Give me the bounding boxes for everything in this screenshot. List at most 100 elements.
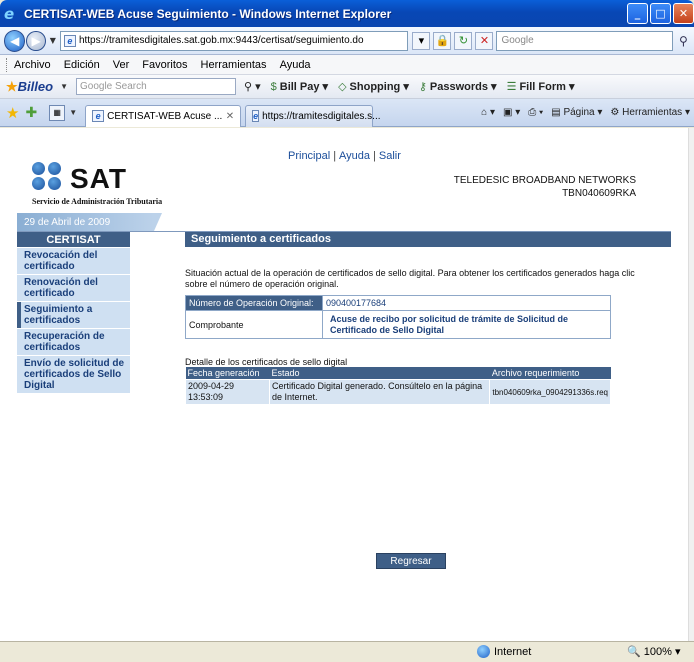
sidebar-item-revocacion[interactable]: Revocación del certificado [17,248,130,275]
top-links: Principal | Ayuda | Salir [288,150,401,162]
detail-table: Fecha generación Estado Archivo requerim… [185,367,611,405]
sidebar-item-seguimiento[interactable]: Seguimiento a certificados [17,302,130,329]
quick-tabs-icon[interactable]: ▦ [49,104,66,121]
fill-form-button[interactable]: ☰ Fill Form ▾ [507,80,575,94]
search-icon[interactable]: ⚲ [673,31,694,51]
section-title: Seguimiento a certificados [185,232,671,247]
refresh-icon[interactable]: ↻ [454,31,473,50]
menu-favoritos[interactable]: Favoritos [142,59,187,71]
menu-ayuda[interactable]: Ayuda [280,59,311,71]
link-salir[interactable]: Salir [379,150,401,162]
operation-label: Número de Operación Original: [185,295,323,311]
page-menu-label: Página [563,107,595,118]
zoom-dropdown-icon: ▾ [674,646,681,658]
cell-fecha: 2009-04-29 13:53:09 [185,379,270,405]
google-search-input[interactable]: Google Search [75,78,236,95]
sat-logo-subtitle: Servicio de Administración Tributaria [32,197,163,206]
separator: | [373,150,376,162]
receipt-label: Comprobante [185,310,323,339]
maximize-button[interactable]: □ [650,3,671,24]
sidebar-item-envio[interactable]: Envío de solicitud de certificados de Se… [17,356,130,394]
home-icon[interactable]: ⌂ ▾ [481,107,495,118]
page-content: Principal | Ayuda | Salir SAT Servicio de Ad… [0,128,688,641]
main-panel: Seguimiento a certificados Situación act… [185,232,671,405]
back-button[interactable]: ◀ [4,29,26,52]
link-principal[interactable]: Principal [288,150,330,162]
separator: | [333,150,337,162]
tools-menu-label: Herramientas [622,107,683,118]
toolbar-grip [6,57,10,72]
key-icon: ⚷ [418,81,427,93]
menu-herramientas[interactable]: Herramientas [201,59,267,71]
table-row: 2009-04-29 13:53:09 Certificado Digital … [185,379,611,405]
zone-label: Internet [494,645,532,658]
tab-tramites[interactable]: e https://tramitesdigitales.s... [245,104,381,127]
bill-pay-button[interactable]: $ Bill Pay ▾ [271,80,328,94]
ie-icon: e [4,4,15,23]
add-favorites-icon[interactable]: ✚ [25,104,37,121]
link-ayuda[interactable]: Ayuda [339,150,370,162]
zoom-control[interactable]: 🔍 100% ▾ [627,645,681,658]
search-input[interactable]: Google [496,30,673,51]
intro-text: Situación actual de la operación de cert… [185,268,635,289]
sidebar-item-recuperacion[interactable]: Recuperación de certificados [17,329,130,356]
tab-tramites-label: https://tramitesdigitales.s... [262,110,381,122]
command-bar: ⌂ ▾ ▣ ▾ ⎙ ▾ ▤ Página ▾ ⚙ Herramientas ▾ [473,107,690,118]
menu-ver[interactable]: Ver [113,59,130,71]
close-button[interactable]: ✕ [673,3,694,24]
page-menu[interactable]: ▤ Página ▾ [551,107,602,118]
menu-bar: Archivo Edición Ver Favoritos Herramient… [0,55,694,75]
billeo-toolbar: ★Billeo ▼ Google Search ⚲ ▾ $ Bill Pay ▾ … [0,75,694,99]
menu-edicion[interactable]: Edición [64,59,100,71]
receipt-value: Acuse de recibo por solicitud de trámite… [322,310,611,339]
tab-certisat-label: CERTISAT-WEB Acuse ... [107,110,223,122]
magnifier-icon[interactable]: ⚲ ▾ [244,80,261,93]
bill-pay-label: Bill Pay [279,80,320,93]
url-field[interactable]: e https://tramitesdigitales.sat.gob.mx:9… [59,30,409,51]
url-text: https://tramitesdigitales.sat.gob.mx:944… [78,35,364,46]
print-icon[interactable]: ⎙ ▾ [528,107,543,118]
menu-archivo[interactable]: Archivo [14,59,51,71]
button-wrapper: Regresar [376,553,446,569]
tab-page-icon: e [252,110,260,122]
passwords-label: Passwords [429,80,488,93]
tab-certisat[interactable]: e CERTISAT-WEB Acuse ... ✕ [85,104,242,127]
minimize-button[interactable]: _ [627,3,648,24]
gear-icon: ⚙ [610,107,620,118]
tabs-bar: ★ ✚ ▦ ▼ e CERTISAT-WEB Acuse ... ✕ e htt… [0,99,694,127]
forward-button[interactable]: ▶ [26,30,46,51]
vertical-scrollbar[interactable] [688,128,694,641]
company-info: TELEDESIC BROADBAND NETWORKS TBN040609RK… [454,174,636,200]
company-name: TELEDESIC BROADBAND NETWORKS [453,175,636,186]
sidebar: CERTISAT Revocación del certificado Reno… [17,232,130,394]
passwords-button[interactable]: ⚷ Passwords ▾ [418,80,497,94]
billeo-brand: Billeo [17,78,54,94]
page-menu-icon: ▤ [551,107,561,118]
billeo-star-icon: ★ [6,78,18,94]
stop-icon[interactable]: ✕ [475,31,494,50]
tab-list-dropdown-icon[interactable]: ▼ [69,108,77,117]
operation-number-link[interactable]: 090400177684 [322,295,611,311]
lock-icon[interactable]: 🔒 [433,31,452,50]
shopping-button[interactable]: ◇ Shopping ▾ [338,80,409,94]
tab-page-icon: e [92,110,105,122]
favorites-star-icon[interactable]: ★ [6,104,19,122]
window-title: CERTISAT-WEB Acuse Seguimiento - Windows… [24,6,392,21]
sidebar-item-renovacion[interactable]: Renovación del certificado [17,275,130,302]
billeo-logo[interactable]: ★Billeo [6,79,53,95]
col-header-fecha: Fecha generación [185,367,270,380]
tools-menu[interactable]: ⚙ Herramientas ▾ [610,107,690,118]
page-icon: e [63,34,76,47]
sat-logo-text: SAT [70,163,127,194]
zoom-level: 100% [643,646,672,658]
window-title-bar: e CERTISAT-WEB Acuse Seguimiento - Windo… [0,0,694,27]
zoom-icon: 🔍 [627,646,641,658]
fill-form-label: Fill Form [519,80,566,93]
history-dropdown-icon[interactable]: ▼ [50,36,56,45]
url-dropdown-icon[interactable]: ▾ [412,31,431,50]
billeo-dropdown-icon[interactable]: ▼ [60,82,68,91]
regresar-button[interactable]: Regresar [376,553,446,569]
shopping-icon: ◇ [338,81,347,93]
feeds-icon[interactable]: ▣ ▾ [503,107,520,118]
tab-close-icon[interactable]: ✕ [226,111,234,122]
